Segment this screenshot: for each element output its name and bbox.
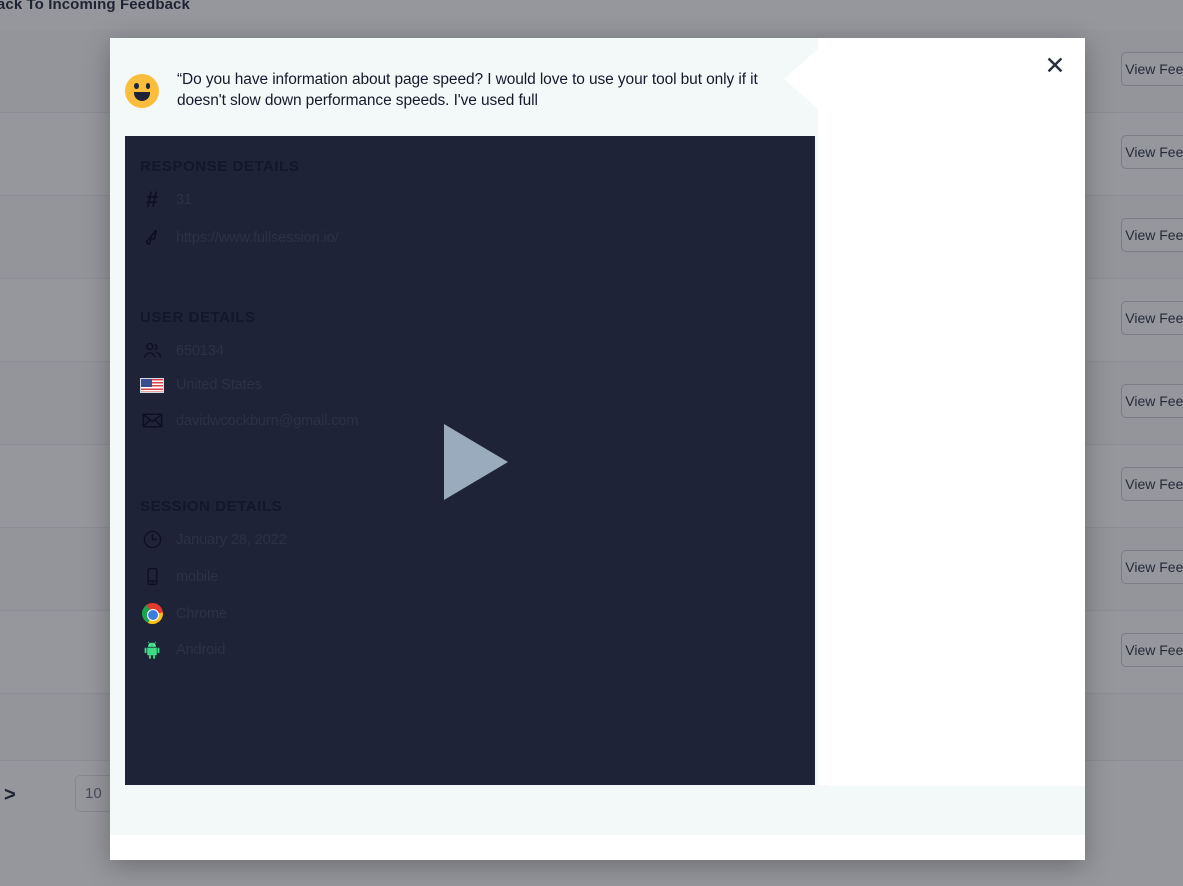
close-icon[interactable]: ✕	[1039, 50, 1071, 82]
response-id-row: # 31	[140, 189, 380, 211]
hash-icon: #	[145, 187, 159, 212]
mobile-phone-icon	[140, 566, 164, 587]
play-icon[interactable]	[444, 424, 508, 500]
user-id-row: 650134	[140, 340, 380, 361]
user-id-value: 650134	[176, 342, 224, 359]
android-icon	[140, 640, 164, 660]
feedback-quote-text: “Do you have information about page spee…	[177, 71, 758, 109]
modal-bottom-band	[110, 785, 1085, 835]
cursor-arrow-icon	[140, 227, 164, 248]
feedback-quote: “Do you have information about page spee…	[125, 70, 775, 112]
session-os-row: Android	[140, 640, 380, 660]
user-details-section: USER DETAILS 650134 United States davidw…	[140, 309, 380, 448]
modal-details-column	[828, 38, 1085, 786]
session-device-value: mobile	[176, 568, 219, 585]
chrome-icon	[140, 603, 164, 624]
user-email-row: davidwcockburn@gmail.com	[140, 409, 380, 432]
session-browser-row: Chrome	[140, 603, 380, 624]
envelope-icon	[140, 409, 164, 432]
user-email-value: davidwcockburn@gmail.com	[176, 412, 359, 429]
user-country-row: United States	[140, 377, 380, 393]
session-details-title: SESSION DETAILS	[140, 498, 283, 515]
session-details-section: SESSION DETAILS January 28, 2022 mobile	[140, 498, 380, 676]
user-country-value: United States	[176, 377, 262, 393]
session-device-row: mobile	[140, 566, 380, 587]
response-details-section: RESPONSE DETAILS # 31 https://www.fullse…	[140, 158, 380, 264]
emoji-mouth	[134, 92, 150, 101]
session-os-value: Android	[176, 642, 226, 658]
us-flag-icon	[140, 377, 164, 393]
session-date-row: January 28, 2022	[140, 529, 380, 550]
response-url-value[interactable]: https://www.fullsession.io/	[176, 230, 339, 246]
users-icon	[140, 340, 164, 361]
smiley-face-emoji	[125, 74, 159, 108]
user-details-title: USER DETAILS	[140, 309, 256, 326]
feedback-detail-modal: “Do you have information about page spee…	[110, 38, 1085, 860]
session-browser-value: Chrome	[176, 605, 227, 622]
clock-icon	[140, 529, 164, 550]
session-date-value: January 28, 2022	[176, 531, 287, 548]
response-url-row[interactable]: https://www.fullsession.io/	[140, 227, 380, 248]
response-id-value: 31	[176, 192, 192, 208]
modal-bottom-edge	[110, 835, 1085, 860]
response-details-title: RESPONSE DETAILS	[140, 158, 300, 175]
